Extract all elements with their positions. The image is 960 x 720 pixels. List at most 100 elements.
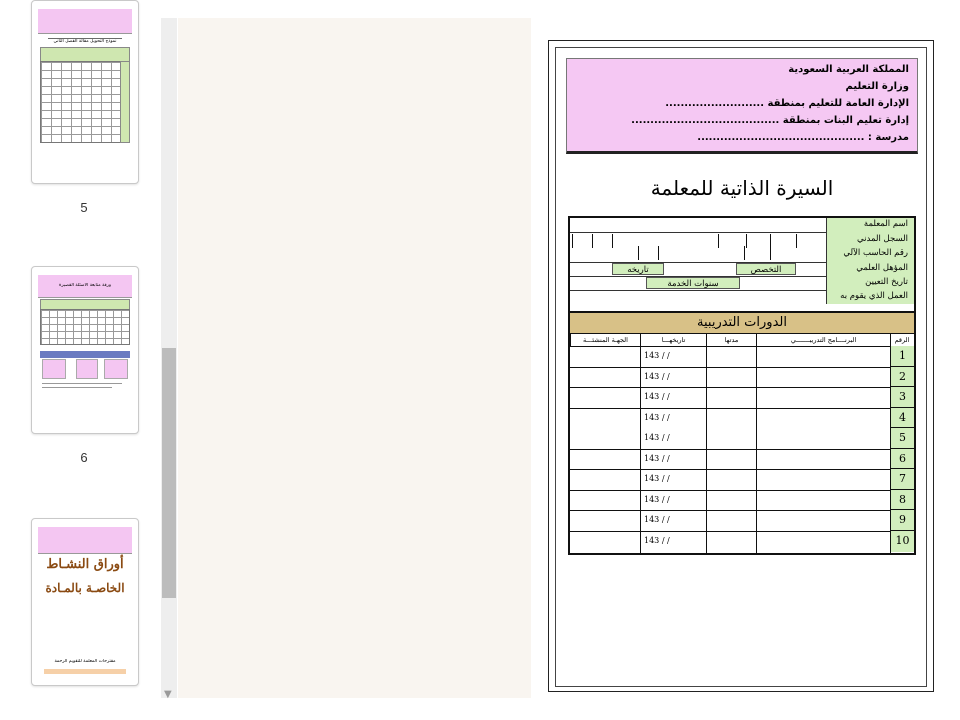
col-header-duration: مدتها xyxy=(706,334,756,346)
thumb-slide-title-line1: أوراق النشـاط xyxy=(46,557,124,572)
course-row-1: 143 / / 1 xyxy=(570,346,914,367)
header-line-girls-education: إدارة تعليم البنات بمنطقة ..............… xyxy=(631,115,909,126)
col-header-program: البرنــــامج التدريبـــــــي xyxy=(756,334,890,346)
course-number: 8 xyxy=(890,489,914,510)
digit-tick xyxy=(744,246,745,260)
label-teacher-name: اسم المعلمة xyxy=(826,218,914,232)
label-specialty: التخصص xyxy=(736,263,796,275)
thumb-footer-band xyxy=(44,669,126,674)
thumb-title: نموذج التحويل مقالة القصل الثاني xyxy=(53,39,117,44)
course-date: 143 / / xyxy=(644,474,670,483)
info-row-current-work: العمل الذي يقوم به xyxy=(570,290,914,304)
course-number: 7 xyxy=(890,469,914,490)
slide-thumbnail-5-preview: نموذج التحويل مقالة القصل الثاني xyxy=(38,5,132,179)
col-header-date: تاريخهـــا xyxy=(640,334,706,346)
course-row-9: 143 / / 9 xyxy=(570,510,914,531)
course-number: 9 xyxy=(890,510,914,531)
course-number: 5 xyxy=(890,428,914,449)
page-border: المملكة العربية السعودية وزارة التعليم ا… xyxy=(555,47,927,687)
course-row-3: 143 / / 3 xyxy=(570,387,914,408)
digit-tick xyxy=(572,234,573,248)
course-number: 10 xyxy=(890,530,914,552)
course-number: 6 xyxy=(890,448,914,469)
info-row-hire-date: تاريخ التعيين سنوات الخدمة xyxy=(570,276,914,291)
digit-tick xyxy=(612,234,613,248)
course-date: 143 / / xyxy=(644,371,670,381)
document-title: السيرة الذاتية للمعلمة xyxy=(650,176,834,200)
info-row-ids: السجل المدني رقم الحاسب الآلي xyxy=(570,232,914,263)
slide-thumbnail-6-preview: ورقة متابعة الأسئلة القصيرة xyxy=(38,271,132,429)
digit-tick xyxy=(592,234,593,248)
slide-thumbnail-panel: نموذج التحويل مقالة القصل الثاني 5 ورقة … xyxy=(0,0,178,720)
slide-number-5: 5 xyxy=(80,200,88,215)
thumb-footer-text: مقترحات المعلمة للتقويم الرحمة xyxy=(54,659,116,664)
course-row-6: 143 / / 6 xyxy=(570,448,914,469)
digit-tick xyxy=(770,246,771,260)
course-date: 143 / / xyxy=(644,453,670,463)
training-courses-table: الجهـة المنشئـــة تاريخهـــا مدتها البرن… xyxy=(568,333,916,555)
label-its-date: تاريخه xyxy=(612,263,664,275)
digit-tick xyxy=(658,246,659,260)
course-date: 143 / / xyxy=(644,515,670,524)
slide-number-6: 6 xyxy=(80,450,88,465)
info-row-name: اسم المعلمة xyxy=(570,218,914,233)
thumb-header-band xyxy=(38,9,132,34)
thumb-table-grid xyxy=(40,61,130,143)
slide-thumbnail-6[interactable]: ورقة متابعة الأسئلة القصيرة xyxy=(31,266,139,434)
slide-thumbnail-5[interactable]: نموذج التحويل مقالة القصل الثاني xyxy=(31,0,139,184)
thumb-table-index xyxy=(120,61,130,143)
label-computer-number: رقم الحاسب الآلي xyxy=(843,248,908,258)
course-date: 143 / / xyxy=(644,494,670,504)
course-row-8: 143 / / 8 xyxy=(570,489,914,510)
digit-tick xyxy=(746,234,747,248)
scrollbar-thumb[interactable] xyxy=(162,348,176,598)
slide-canvas-area xyxy=(178,18,531,698)
thumb-header-band xyxy=(38,527,132,554)
digit-tick xyxy=(638,246,639,260)
thumbnail-scrollbar[interactable]: ▼ xyxy=(161,18,177,700)
thumb-table-grid xyxy=(40,309,130,345)
header-line-general-admin: الإدارة العامة للتعليم بمنطقة ..........… xyxy=(665,98,909,109)
course-date: 143 / / xyxy=(644,412,670,422)
label-civil-record-text: السجل المدني xyxy=(857,234,908,244)
slide-thumbnail-7[interactable]: أوراق النشـاط الخاصـة بالمـادة مقترحات ا… xyxy=(31,518,139,686)
course-row-7: 143 / / 7 xyxy=(570,469,914,490)
course-number: 1 xyxy=(890,346,914,367)
course-date: 143 / / xyxy=(644,392,670,401)
course-date: 143 / / xyxy=(644,433,670,442)
thumb-pink-cell xyxy=(42,359,66,379)
course-number: 2 xyxy=(890,366,914,387)
course-row-2: 143 / / 2 xyxy=(570,366,914,387)
label-hire-date: تاريخ التعيين xyxy=(826,276,914,290)
label-current-work: العمل الذي يقوم به xyxy=(826,290,914,304)
info-row-qualification: المؤهل العلمي التخصص تاريخه xyxy=(570,262,914,277)
digit-tick xyxy=(796,234,797,248)
course-row-10: 143 / / 10 xyxy=(570,530,914,552)
thumb-text-line xyxy=(42,387,112,388)
header-line-school: مدرسة : ................................… xyxy=(697,132,909,143)
label-civil-record: السجل المدني رقم الحاسب الآلي xyxy=(826,232,914,262)
document-page: المملكة العربية السعودية وزارة التعليم ا… xyxy=(548,40,934,692)
header-line-kingdom: المملكة العربية السعودية xyxy=(788,64,909,75)
col-header-issuer: الجهـة المنشئـــة xyxy=(570,334,640,346)
course-date: 143 / / xyxy=(644,351,670,360)
course-row-4: 143 / / 4 xyxy=(570,407,914,428)
digit-tick xyxy=(718,234,719,248)
scroll-down-arrow-icon[interactable]: ▼ xyxy=(164,689,172,700)
course-row-5: 143 / / 5 xyxy=(570,428,914,449)
thumb-slide-title-line2: الخاصـة بالمـادة xyxy=(45,581,125,595)
thumb-text-line xyxy=(42,383,122,384)
col-header-number: الرقم xyxy=(894,336,910,344)
thumb-title: ورقة متابعة الأسئلة القصيرة xyxy=(58,283,112,288)
teacher-info-table: اسم المعلمة السجل المدني رقم الحاسب الآل… xyxy=(568,216,916,313)
label-qualification: المؤهل العلمي xyxy=(826,262,914,276)
thumb-blue-header xyxy=(40,351,130,358)
page-header-box: المملكة العربية السعودية وزارة التعليم ا… xyxy=(566,58,918,154)
slide-thumbnail-7-preview: أوراق النشـاط الخاصـة بالمـادة مقترحات ا… xyxy=(38,523,132,681)
training-courses-heading: الدورات التدريبية xyxy=(568,313,916,333)
label-service-years: سنوات الخدمة xyxy=(646,277,740,289)
thumb-pink-cell xyxy=(104,359,128,379)
header-line-ministry: وزارة التعليم xyxy=(845,81,909,92)
thumb-pink-cell xyxy=(76,359,98,379)
course-date: 143 / / xyxy=(644,535,670,545)
